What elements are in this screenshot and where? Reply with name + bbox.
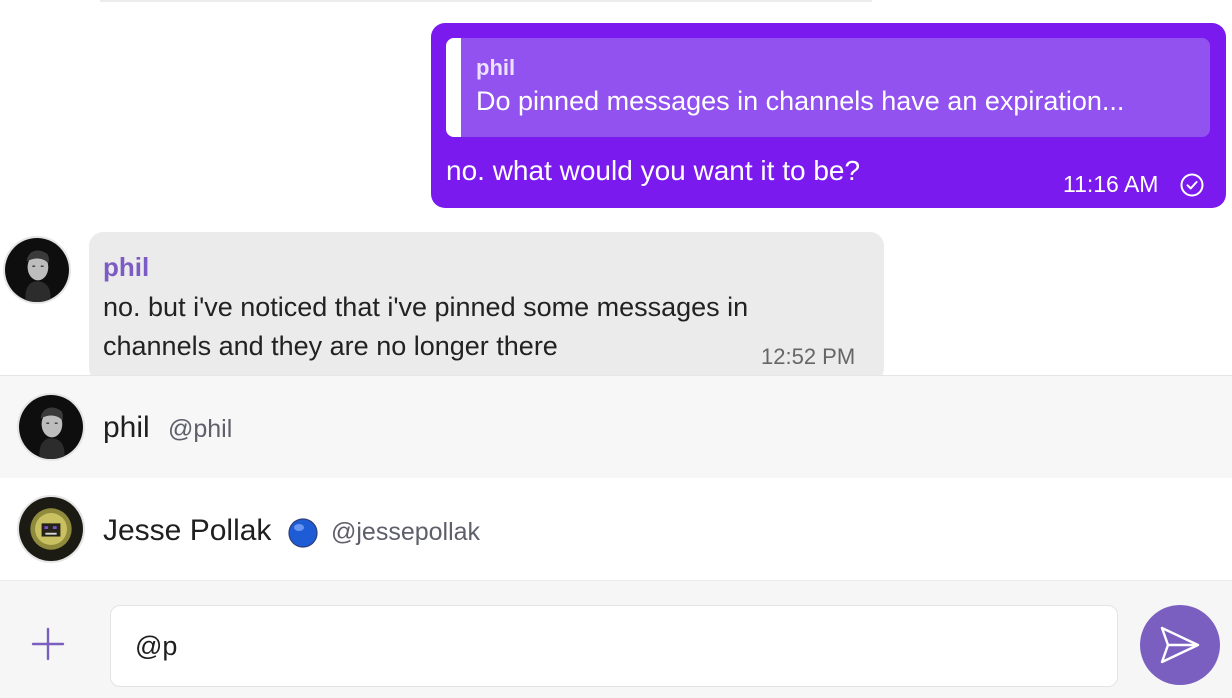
avatar[interactable] xyxy=(3,236,71,304)
send-button[interactable] xyxy=(1140,605,1220,685)
quote-bar xyxy=(446,38,461,137)
mention-name: Jesse Pollak xyxy=(103,514,272,547)
quote-text: Do pinned messages in channels have an e… xyxy=(476,86,1125,116)
send-icon xyxy=(1160,626,1200,664)
mention-option-jessepollak[interactable]: Jesse Pollak @jessepollak xyxy=(0,478,1232,581)
mention-suggestions: phil @phil Jesse Pollak @jessepollak xyxy=(0,375,1232,581)
avatar xyxy=(17,495,85,563)
message-composer xyxy=(0,580,1232,698)
message-timestamp: 11:16 AM xyxy=(1063,171,1159,197)
message-text: no. but i've noticed that i've pinned so… xyxy=(103,292,749,361)
avatar-image xyxy=(19,395,83,459)
chat-window: phil Do pinned messages in channels have… xyxy=(0,0,1232,698)
quote-author: phil xyxy=(476,55,516,80)
mention-option-phil[interactable]: phil @phil xyxy=(0,376,1232,478)
blue-circle-icon xyxy=(288,518,318,548)
outgoing-message[interactable]: phil Do pinned messages in channels have… xyxy=(431,23,1226,208)
message-timestamp: 12:52 PM xyxy=(761,344,856,369)
avatar-image xyxy=(5,238,69,302)
divider xyxy=(100,0,872,2)
mention-handle: @phil xyxy=(168,415,233,443)
incoming-message[interactable]: phil no. but i've noticed that i've pinn… xyxy=(89,232,884,375)
mention-handle: @jessepollak xyxy=(331,518,481,546)
plus-icon[interactable] xyxy=(30,626,66,662)
message-author[interactable]: phil xyxy=(103,252,149,283)
avatar xyxy=(17,393,85,461)
quoted-reply[interactable]: phil Do pinned messages in channels have… xyxy=(446,38,1210,137)
message-list[interactable]: phil Do pinned messages in channels have… xyxy=(0,0,1232,375)
message-input[interactable] xyxy=(135,606,1095,686)
check-circle-icon xyxy=(1180,173,1204,197)
avatar-image xyxy=(19,497,83,561)
message-input-wrapper[interactable] xyxy=(110,605,1118,687)
mention-name: phil xyxy=(103,411,150,444)
message-text: no. what would you want it to be? xyxy=(446,155,861,186)
